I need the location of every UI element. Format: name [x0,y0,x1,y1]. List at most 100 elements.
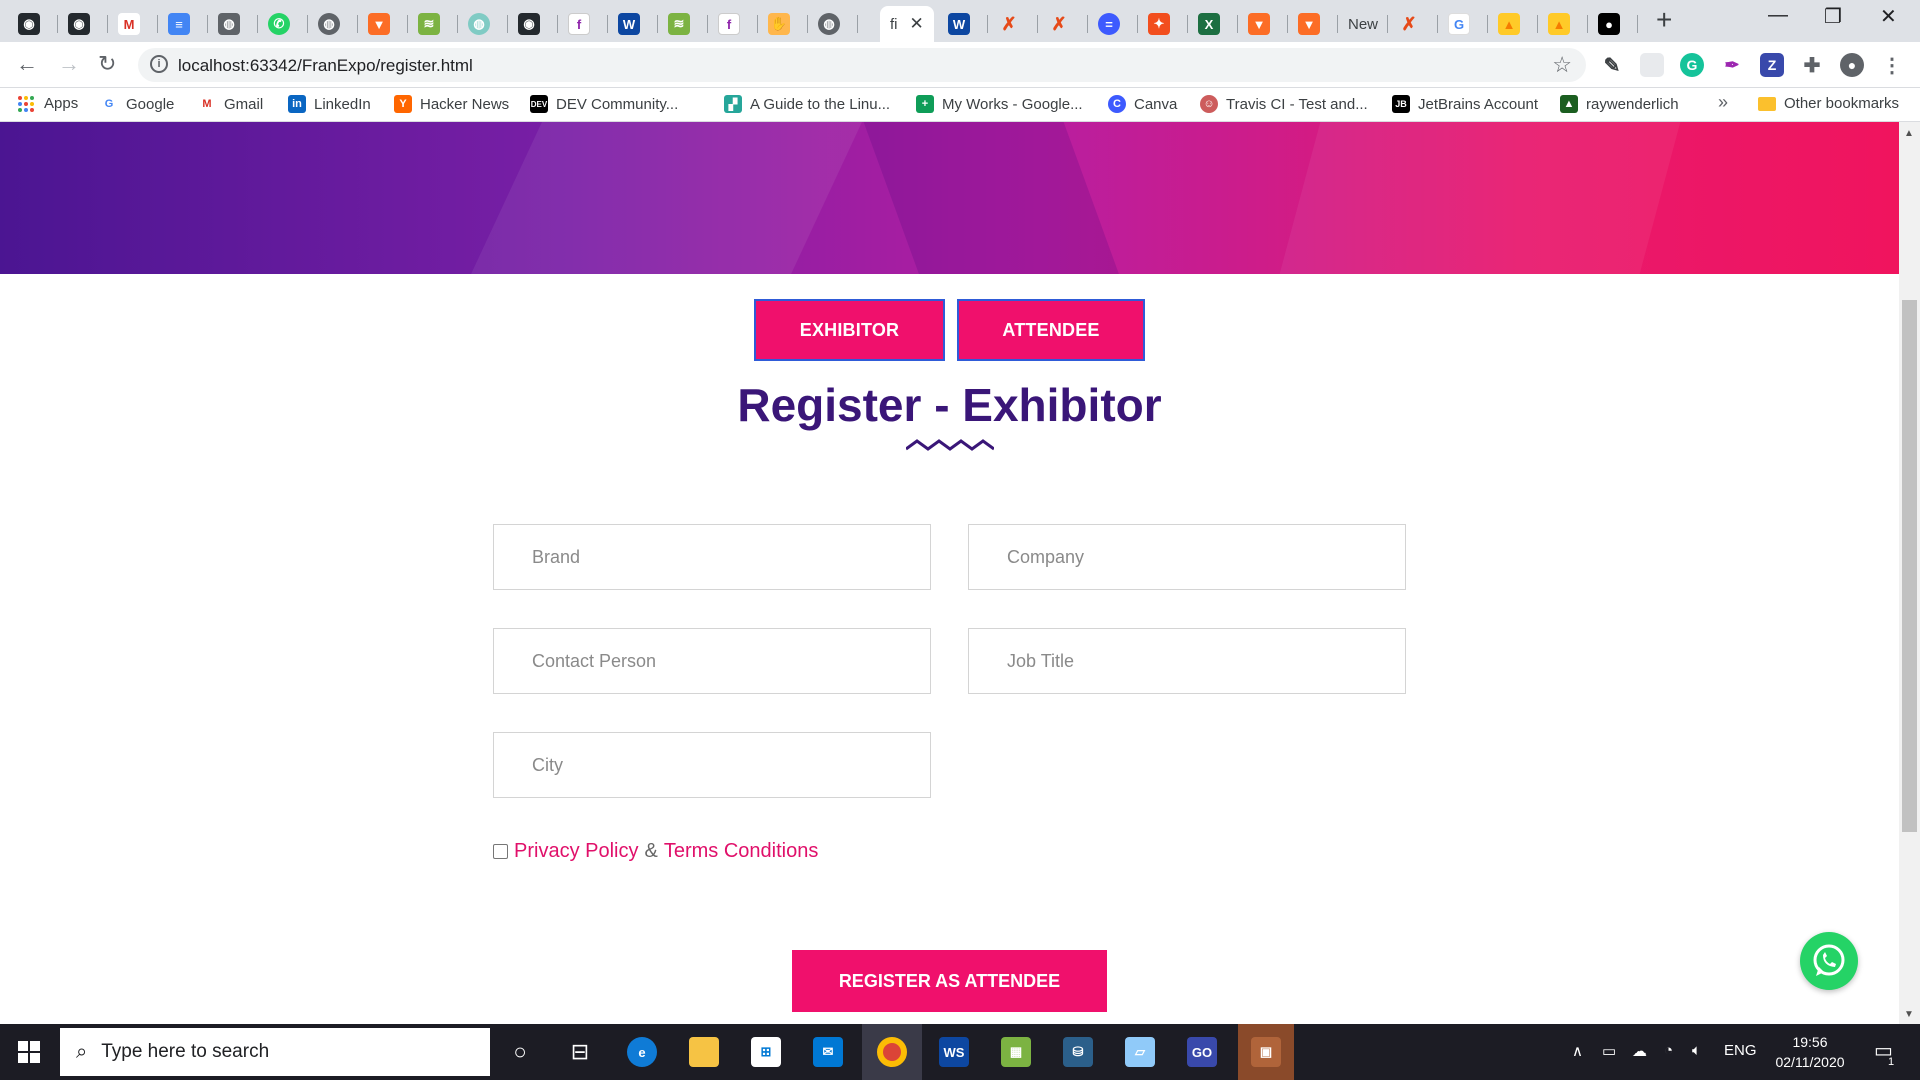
other-bookmarks[interactable]: Other bookmarks [1758,95,1899,112]
browser-tab[interactable]: ≡ [158,6,208,42]
consent-checkbox[interactable] [493,844,508,859]
browser-tab[interactable]: ✦ [1138,6,1188,42]
volume-icon[interactable]: 🔈︎ [1692,1042,1701,1059]
bookmark-linkedin[interactable]: in LinkedIn [288,95,371,113]
page-scrollbar[interactable]: ▲ ▼ [1899,122,1920,1024]
bookmark-my-works[interactable]: + My Works - Google... [916,95,1083,113]
scroll-down-icon[interactable]: ▼ [1904,1009,1914,1020]
mysql-app[interactable]: ⛁ [1058,1032,1098,1072]
brand-input[interactable] [494,525,930,589]
whatsapp-float-button[interactable] [1800,932,1858,990]
bookmark-jetbrains[interactable]: JB JetBrains Account [1392,95,1538,113]
browser-tab[interactable]: ▼ [1288,6,1338,42]
company-input[interactable] [969,525,1405,589]
terms-conditions-link[interactable]: Terms Conditions [664,840,819,863]
browser-tab[interactable]: ◉ [8,6,58,42]
edge-app[interactable]: e [622,1032,662,1072]
browser-tab[interactable]: W [608,6,658,42]
file-explorer-app[interactable] [684,1032,724,1072]
scroll-up-icon[interactable]: ▲ [1904,128,1914,139]
exhibitor-tab-button[interactable]: EXHIBITOR [754,299,945,361]
job-title-input[interactable] [969,629,1405,693]
browser-tab[interactable]: ◉ [508,6,558,42]
browser-tab-active[interactable]: fi ✕ [880,6,934,42]
browser-tab[interactable]: G [1438,6,1488,42]
bookmark-linux-guide[interactable]: ▞ A Guide to the Linu... [724,95,890,113]
close-tab-icon[interactable]: ✕ [910,14,924,34]
bookmark-apps[interactable]: Apps [18,95,78,112]
browser-tab[interactable]: ✗ [1388,6,1438,42]
attendee-tab-button[interactable]: ATTENDEE [957,299,1145,361]
grammarly-icon[interactable]: G [1680,53,1704,77]
taskbar-clock[interactable]: 19:56 02/11/2020 [1770,1032,1850,1072]
browser-tab[interactable]: X [1188,6,1238,42]
webstorm-app[interactable]: WS [934,1032,974,1072]
avatar[interactable]: ● [1840,53,1864,77]
restore-button[interactable]: ❐ [1824,4,1842,29]
box-app[interactable]: ▣ [1238,1024,1294,1080]
bookmark-dev[interactable]: DEV DEV Community... [530,95,678,113]
taskbar-search[interactable]: ⌕ Type here to search [60,1028,490,1076]
cortana-icon[interactable]: ○ [500,1032,540,1072]
z-icon[interactable]: Z [1760,53,1784,77]
goland-app[interactable]: GO [1182,1032,1222,1072]
browser-tab[interactable]: ▲ [1538,6,1588,42]
notes-app[interactable]: ▱ [1120,1032,1160,1072]
bookmark-gmail[interactable]: M Gmail [198,95,263,113]
browser-tab[interactable]: ◉ [58,6,108,42]
browser-tab[interactable]: New [1338,6,1388,42]
onedrive-icon[interactable]: ☁ [1632,1042,1647,1060]
city-input[interactable] [494,733,930,797]
bookmark-hackernews[interactable]: Y Hacker News [394,95,509,113]
browser-tab[interactable]: ≋ [658,6,708,42]
browser-tab[interactable]: f [558,6,608,42]
bookmark-raywenderlich[interactable]: ▲ raywenderlich [1560,95,1679,113]
bookmark-travis[interactable]: ☺ Travis CI - Test and... [1200,95,1368,113]
puzzle-icon[interactable]: ✚ [1800,53,1824,77]
close-window-button[interactable]: ✕ [1880,4,1897,29]
browser-tab[interactable]: = [1088,6,1138,42]
eyedropper-icon[interactable]: ✎ [1600,53,1624,77]
forward-button[interactable]: → [58,51,80,77]
privacy-policy-link[interactable]: Privacy Policy [514,840,638,863]
bookmark-canva[interactable]: C Canva [1108,95,1177,113]
reload-button[interactable]: ↻ [98,51,116,77]
language-indicator[interactable]: ENG [1724,1042,1757,1059]
pen-icon[interactable]: ✒ [1720,53,1744,77]
task-view-icon[interactable]: ⊟ [560,1032,600,1072]
contact-person-input[interactable] [494,629,930,693]
address-bar[interactable]: i localhost:63342/FranExpo/register.html… [138,48,1586,82]
browser-tab[interactable]: ▼ [358,6,408,42]
register-submit-button[interactable]: REGISTER AS ATTENDEE [792,950,1107,1012]
browser-tab[interactable]: M [108,6,158,42]
browser-tab[interactable]: ✆ [258,6,308,42]
bookmark-google[interactable]: G Google [100,95,174,113]
browser-tab[interactable]: ◍ [308,6,358,42]
browser-tab[interactable]: ✗ [988,6,1038,42]
browser-tab[interactable]: ✋ [758,6,808,42]
mail-app[interactable]: ✉ [808,1032,848,1072]
store-app[interactable]: ⊞ [746,1032,786,1072]
back-button[interactable]: ← [16,51,38,77]
browser-tab[interactable]: ≋ [408,6,458,42]
extension-icon[interactable] [1640,53,1664,77]
browser-tab[interactable]: ◍ [458,6,508,42]
bookmarks-overflow-button[interactable]: » [1718,92,1728,113]
info-icon[interactable]: i [150,55,168,73]
browser-tab[interactable]: ◍ [208,6,258,42]
browser-tab[interactable]: ▼ [1238,6,1288,42]
scrollbar-thumb[interactable] [1902,300,1917,832]
show-hidden-icons[interactable]: ∧ [1572,1042,1583,1060]
menu-icon[interactable]: ⋮ [1880,53,1904,77]
browser-tab[interactable]: ▲ [1488,6,1538,42]
chrome-app[interactable] [862,1024,922,1080]
browser-tab[interactable]: ● [1588,6,1638,42]
windows-start-icon[interactable] [18,1041,40,1063]
new-tab-button[interactable]: + [1656,4,1672,36]
bookmark-star-icon[interactable]: ☆ [1552,52,1572,78]
browser-tab[interactable]: ◍ [808,6,858,42]
browser-tab[interactable]: ✗ [1038,6,1088,42]
wifi-icon[interactable]: ◔ [1664,1042,1673,1059]
spreadsheet-app[interactable]: ▦ [996,1032,1036,1072]
browser-tab[interactable]: f [708,6,758,42]
